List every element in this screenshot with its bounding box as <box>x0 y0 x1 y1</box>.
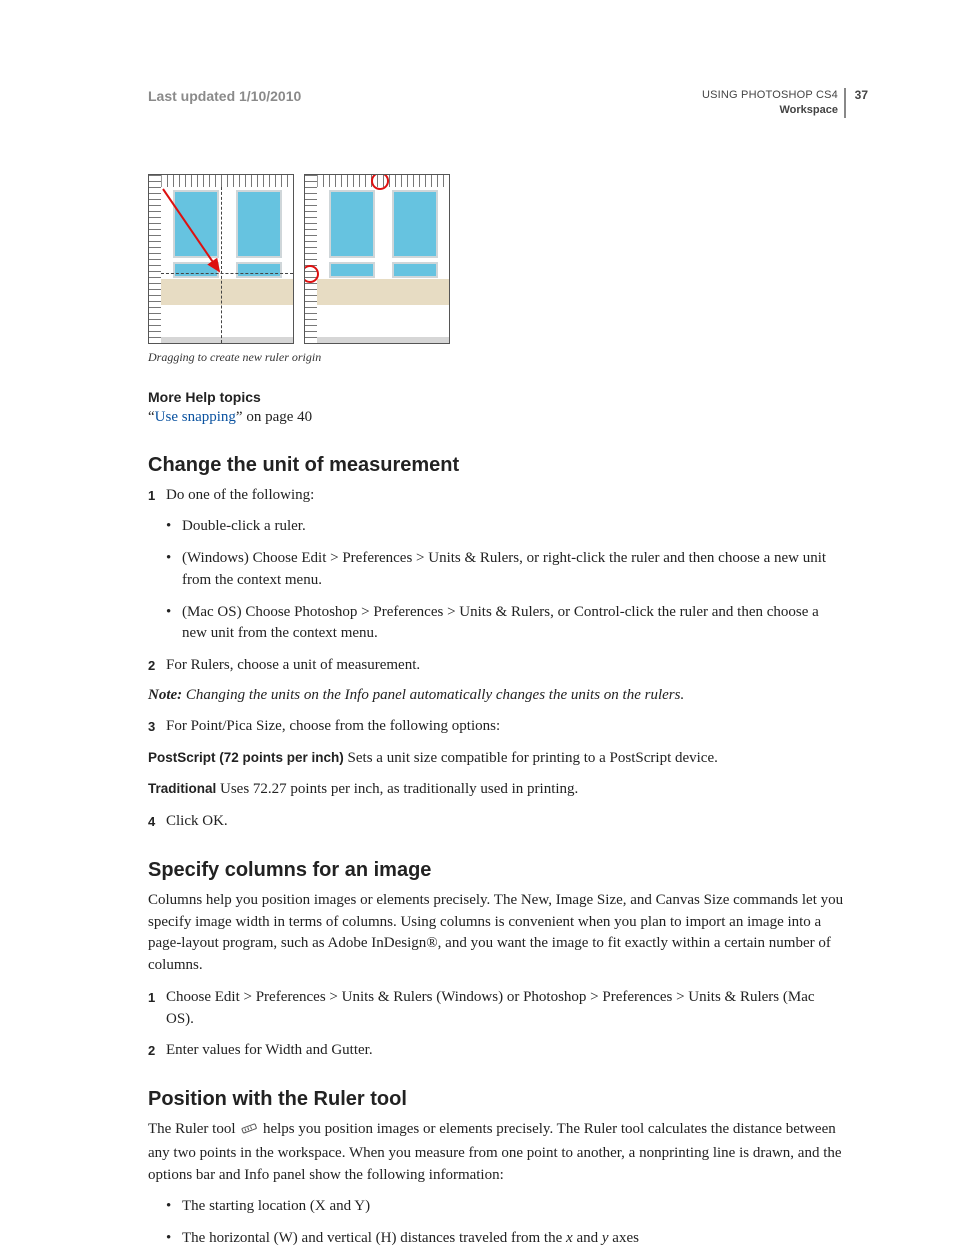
step-text: Choose Edit > Preferences > Units & Rule… <box>166 987 846 1031</box>
step-text: Do one of the following: <box>166 485 846 507</box>
figure-caption: Dragging to create new ruler origin <box>148 350 846 365</box>
last-updated: Last updated 1/10/2010 <box>148 88 301 104</box>
bullet-text: The horizontal (W) and vertical (H) dist… <box>182 1228 639 1250</box>
bullet-text: (Windows) Choose Edit > Preferences > Un… <box>182 548 846 592</box>
step-text: For Point/Pica Size, choose from the fol… <box>166 716 846 738</box>
note: Note: Changing the units on the Info pan… <box>148 687 846 704</box>
header-right: 37 USING PHOTOSHOP CS4 Workspace <box>702 88 846 118</box>
step-text: Enter values for Width and Gutter. <box>166 1040 846 1062</box>
drag-arrow-icon <box>161 187 294 344</box>
figure-row <box>148 174 846 344</box>
heading-change-unit: Change the unit of measurement <box>148 454 846 477</box>
step-text: Click OK. <box>166 811 846 833</box>
bullet-text: (Mac OS) Choose Photoshop > Preferences … <box>182 602 846 646</box>
ruler-tool-icon <box>241 1121 257 1143</box>
book-title: USING PHOTOSHOP CS4 <box>702 88 838 103</box>
paragraph: The Ruler tool helps you position images… <box>148 1119 846 1186</box>
figure-left <box>148 174 294 344</box>
more-help-heading: More Help topics <box>148 389 846 405</box>
step-text: For Rulers, choose a unit of measurement… <box>166 655 846 677</box>
chapter-title: Workspace <box>702 103 838 118</box>
definition-traditional: Traditional Uses 72.27 points per inch, … <box>148 779 846 801</box>
paragraph: Columns help you position images or elem… <box>148 890 846 977</box>
bullet-text: Double-click a ruler. <box>182 516 306 538</box>
xref-line: “Use snapping” on page 40 <box>148 409 846 426</box>
bullet-text: The starting location (X and Y) <box>182 1196 370 1218</box>
origin-marker-top-icon <box>371 174 389 190</box>
heading-ruler-tool: Position with the Ruler tool <box>148 1088 846 1111</box>
figure-right <box>304 174 450 344</box>
definition-postscript: PostScript (72 points per inch) Sets a u… <box>148 748 846 770</box>
heading-specify-columns: Specify columns for an image <box>148 859 846 882</box>
link-use-snapping[interactable]: Use snapping <box>155 409 236 425</box>
page-number: 37 <box>855 87 868 103</box>
page-header: Last updated 1/10/2010 37 USING PHOTOSHO… <box>148 88 846 118</box>
